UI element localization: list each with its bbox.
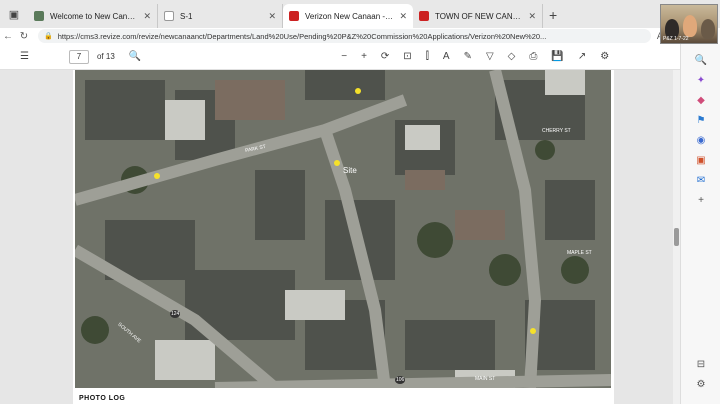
read-aloud-icon[interactable]: A — [443, 51, 450, 62]
street-label: MAPLE ST — [567, 250, 592, 256]
aerial-photo — [75, 70, 611, 388]
pdf-scrollbar[interactable] — [673, 70, 680, 404]
highlight-icon[interactable]: ▽ — [486, 51, 494, 62]
office-icon[interactable]: ▣ — [693, 152, 709, 168]
marker-number: 106 — [395, 376, 406, 384]
pdf-page: Site PARK ST CHERRY ST MAPLE ST SOUTH AV… — [73, 70, 614, 404]
search-icon[interactable]: 🔍 — [129, 51, 141, 62]
close-tab-icon[interactable]: ✕ — [528, 11, 536, 22]
close-tab-icon[interactable]: ✕ — [268, 11, 276, 22]
page-total: of 13 — [96, 52, 115, 61]
tab-welcome[interactable]: Welcome to New Canaan, CT ✕ — [28, 4, 158, 28]
person-figure — [683, 15, 697, 37]
pdf-viewer: Site PARK ST CHERRY ST MAPLE ST SOUTH AV… — [0, 70, 680, 404]
pdf-favicon-icon — [419, 11, 429, 21]
page-favicon-icon — [164, 11, 174, 21]
rotate-icon[interactable]: ⟳ — [381, 51, 389, 62]
address-url: https://cms3.revize.com/revize/newcanaan… — [57, 31, 547, 41]
photo-marker-icon — [334, 160, 340, 166]
page-number-input[interactable]: 7 — [68, 49, 89, 64]
lock-icon: 🔒 — [44, 33, 53, 40]
copilot-icon[interactable]: ✦ — [693, 72, 709, 88]
tab-verizon-visual[interactable]: Verizon New Canaan - Visual An... ✕ — [283, 4, 413, 28]
tab-strip: ▣ Welcome to New Canaan, CT ✕ S-1 ✕ Veri… — [0, 0, 720, 28]
games-icon[interactable]: ◉ — [693, 132, 709, 148]
photo-log-label: PHOTO LOG — [79, 395, 126, 402]
video-call-inset[interactable]: P&Z 1-7-22 — [660, 4, 718, 44]
erase-icon[interactable]: ◇ — [508, 51, 516, 62]
browser-window: ▣ Welcome to New Canaan, CT ✕ S-1 ✕ Veri… — [0, 0, 720, 404]
tab-s1[interactable]: S-1 ✕ — [158, 4, 283, 28]
site-label: Site — [343, 166, 357, 175]
tab-title: TOWN OF NEW CANAAN — [435, 11, 523, 21]
outlook-icon[interactable]: ✉ — [693, 172, 709, 188]
new-tab-button[interactable]: + — [549, 7, 557, 23]
tab-town-of-new-canaan[interactable]: TOWN OF NEW CANAAN ✕ — [413, 4, 543, 28]
settings-gear-icon[interactable]: ⚙ — [693, 376, 709, 392]
zoom-in-icon[interactable]: + — [361, 51, 367, 62]
add-icon[interactable]: + — [693, 192, 709, 208]
draw-icon[interactable]: ✎ — [464, 51, 472, 62]
edge-sidebar: 🔍 ✦ ◆ ⚑ ◉ ▣ ✉ + ⊟ ⚙ — [680, 44, 720, 404]
address-bar[interactable]: 🔒 https://cms3.revize.com/revize/newcana… — [38, 29, 651, 43]
tab-title: Welcome to New Canaan, CT — [50, 11, 137, 21]
photo-marker-icon — [355, 88, 361, 94]
refresh-icon[interactable]: ↻ — [16, 31, 32, 42]
navigation-bar: ← ↻ 🔒 https://cms3.revize.com/revize/new… — [0, 28, 720, 44]
street-label: MAIN ST — [475, 376, 496, 382]
sidebar-toggle-icon[interactable]: ⊟ — [693, 356, 709, 372]
pdf-toolbar: ☰ 7 of 13 🔍 − + ⟳ ⊡ ⫿ A ✎ ▽ ◇ ⎙ 💾 ↗ ⚙ — [0, 44, 680, 70]
photo-marker-icon — [530, 328, 536, 334]
tab-actions-icon[interactable]: ▣ — [4, 4, 24, 24]
shopping-icon[interactable]: ◆ — [693, 92, 709, 108]
aerial-site-map: Site PARK ST CHERRY ST MAPLE ST SOUTH AV… — [75, 70, 611, 388]
search-icon[interactable]: 🔍 — [693, 52, 709, 68]
contents-icon[interactable]: ☰ — [20, 51, 29, 62]
close-tab-icon[interactable]: ✕ — [399, 11, 407, 22]
settings-gear-icon[interactable]: ⚙ — [600, 51, 609, 62]
marker-number: 124 — [170, 310, 181, 318]
fit-page-icon[interactable]: ⊡ — [403, 51, 411, 62]
print-icon[interactable]: ⎙ — [529, 51, 537, 62]
zoom-out-icon[interactable]: − — [341, 51, 347, 62]
page-view-icon[interactable]: ⫿ — [426, 51, 429, 62]
tab-title: Verizon New Canaan - Visual An... — [305, 11, 393, 21]
video-label: P&Z 1-7-22 — [663, 36, 689, 42]
close-tab-icon[interactable]: ✕ — [143, 11, 151, 22]
photo-marker-icon — [154, 173, 160, 179]
open-external-icon[interactable]: ↗ — [578, 51, 586, 62]
person-figure — [701, 19, 715, 39]
tools-icon[interactable]: ⚑ — [693, 112, 709, 128]
town-favicon-icon — [34, 11, 44, 21]
save-icon[interactable]: 💾 — [551, 51, 563, 62]
pdf-favicon-icon — [289, 11, 299, 21]
back-icon[interactable]: ← — [0, 31, 16, 42]
street-label: CHERRY ST — [542, 128, 571, 134]
tab-title: S-1 — [180, 11, 193, 21]
scroll-thumb[interactable] — [674, 228, 679, 246]
